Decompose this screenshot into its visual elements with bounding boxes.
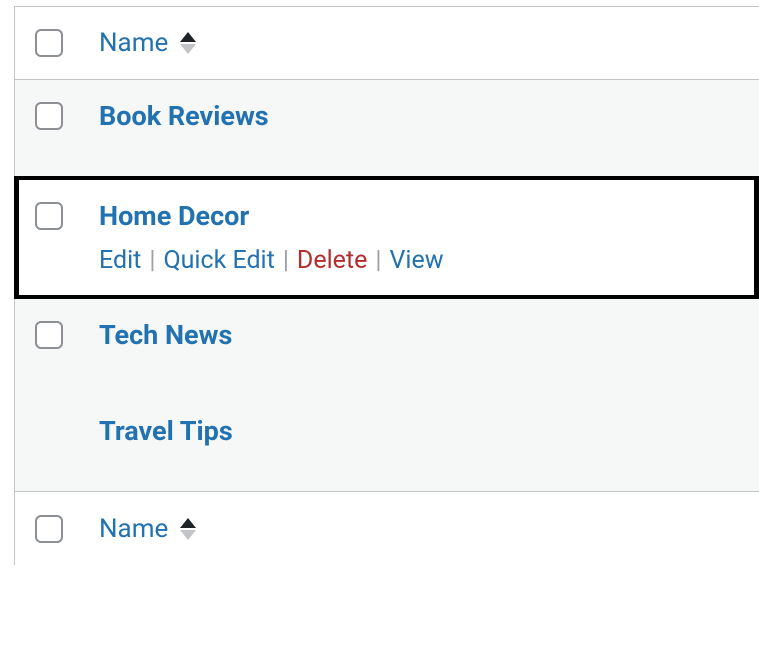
sort-icon [180,518,196,540]
separator: | [367,246,389,275]
table-header-row: Name [15,6,759,80]
select-all-checkbox-top[interactable] [35,29,63,57]
column-footer-name[interactable]: Name [99,514,196,544]
row-title-link[interactable]: Tech News [99,319,232,351]
row-content: Tech News [99,319,232,351]
row-title-link[interactable]: Book Reviews [99,100,269,132]
table-row: Travel Tips [15,395,759,491]
separator: | [141,246,163,275]
row-content: Book Reviews [99,100,269,132]
column-footer-name-link[interactable]: Name [99,514,168,544]
column-header-name[interactable]: Name [99,28,196,58]
separator: | [275,246,297,275]
table-row: Home Decor Edit | Quick Edit | Delete | … [14,176,759,299]
row-checkbox[interactable] [35,321,63,349]
delete-link[interactable]: Delete [297,246,367,275]
select-all-checkbox-bottom[interactable] [35,515,63,543]
row-checkbox[interactable] [35,202,63,230]
sort-icon [180,32,196,54]
row-actions: Edit | Quick Edit | Delete | View [99,246,444,275]
row-content: Home Decor Edit | Quick Edit | Delete | … [99,200,444,275]
table-row: Book Reviews [15,80,759,176]
quick-edit-link[interactable]: Quick Edit [163,246,274,275]
row-checkbox[interactable] [35,102,63,130]
table-footer-row: Name [15,491,759,565]
row-content: Travel Tips [99,415,233,447]
view-link[interactable]: View [389,246,443,275]
row-title-link[interactable]: Travel Tips [99,415,233,447]
row-title-link[interactable]: Home Decor [99,200,444,232]
edit-link[interactable]: Edit [99,246,141,275]
column-header-name-link[interactable]: Name [99,28,168,58]
table-row: Tech News [15,299,759,395]
categories-table: Name Book Reviews Home Decor Edit | Quic… [14,6,759,565]
